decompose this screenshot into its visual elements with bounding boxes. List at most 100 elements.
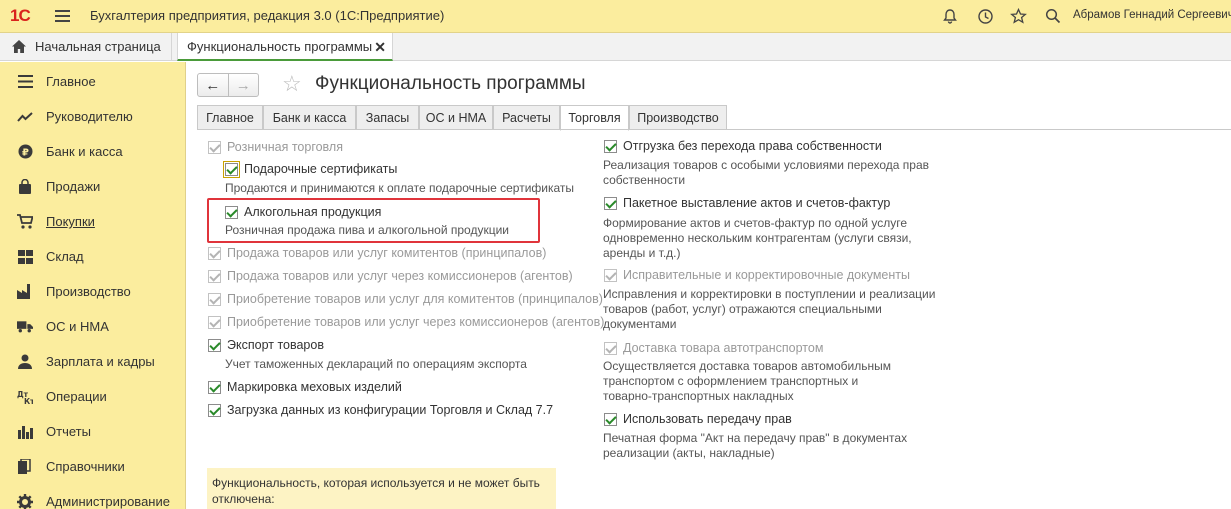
transfer-act-label: Использовать передачу прав	[623, 412, 792, 426]
tab-main[interactable]: Главное	[197, 105, 263, 130]
alcohol-option[interactable]: Алкогольная продукция	[225, 205, 381, 219]
corrections-label: Исправительные и корректировочные докуме…	[623, 268, 910, 282]
agent-sales-checkbox[interactable]	[208, 270, 221, 283]
commitent-sales-checkbox[interactable]	[208, 247, 221, 260]
tab-fixed-assets[interactable]: ОС и НМА	[419, 105, 493, 130]
sidebar-item-label: Главное	[46, 74, 96, 89]
agent-sales-option[interactable]: Продажа товаров или услуг через комиссио…	[208, 269, 573, 283]
transfer-act-checkbox[interactable]	[604, 413, 617, 426]
export-checkbox[interactable]	[208, 339, 221, 352]
retail-trade-label: Розничная торговля	[227, 140, 343, 154]
sidebar-item-administration[interactable]: Администрирование	[0, 484, 186, 509]
sidebar-item-references[interactable]: Справочники	[0, 449, 186, 484]
svg-text:₽: ₽	[22, 147, 29, 158]
commitent-purchase-label: Приобретение товаров или услуг для комит…	[227, 292, 603, 306]
corrections-description: Исправления и корректировки в поступлени…	[603, 287, 936, 331]
commitent-purchase-checkbox[interactable]	[208, 293, 221, 306]
transfer-act-description: Печатная форма "Акт на передачу прав" в …	[603, 431, 908, 460]
sidebar-item-main[interactable]: Главное	[0, 64, 186, 99]
sidebar-item-bank[interactable]: ₽ Банк и касса	[0, 134, 186, 169]
person-icon	[17, 354, 33, 370]
sidebar-item-label: Отчеты	[46, 424, 91, 439]
tab-inventory[interactable]: Запасы	[356, 105, 419, 130]
dt-kt-icon: Дт Кт	[17, 389, 33, 405]
sidebar-item-label: Зарплата и кадры	[46, 354, 155, 369]
tab-settlements[interactable]: Расчеты	[493, 105, 560, 130]
ruble-icon: ₽	[17, 144, 33, 160]
load-77-label: Загрузка данных из конфигурации Торговля…	[227, 403, 554, 417]
functionality-tab[interactable]: Функциональность программы ✕	[177, 33, 393, 61]
back-button[interactable]: ←	[198, 74, 229, 96]
commitent-sales-label: Продажа товаров или услуг комитентов (пр…	[227, 246, 547, 260]
gift-cards-description: Продаются и принимаются к оплате подароч…	[225, 181, 575, 195]
tab-production[interactable]: Производство	[629, 105, 727, 130]
load-77-option[interactable]: Загрузка данных из конфигурации Торговля…	[208, 403, 553, 417]
sidebar-item-production[interactable]: Производство	[0, 274, 186, 309]
add-to-favorites-icon[interactable]: ☆	[282, 71, 302, 97]
home-icon	[12, 40, 26, 53]
functionality-tab-label: Функциональность программы	[187, 38, 373, 54]
agent-purchase-checkbox[interactable]	[208, 316, 221, 329]
batch-acts-label: Пакетное выставление актов и счетов-факт…	[623, 196, 891, 210]
ownership-option[interactable]: Отгрузка без перехода права собственност…	[604, 139, 882, 153]
favorites-icon[interactable]	[1008, 6, 1028, 26]
sidebar-item-label: Руководителю	[46, 109, 133, 124]
sidebar-item-salary[interactable]: Зарплата и кадры	[0, 344, 186, 379]
sidebar-item-operations[interactable]: Дт Кт Операции	[0, 379, 186, 414]
sidebar-item-reports[interactable]: Отчеты	[0, 414, 186, 449]
fur-marking-label: Маркировка меховых изделий	[227, 380, 402, 394]
title-bar: 1С Бухгалтерия предприятия, редакция 3.0…	[0, 0, 1231, 33]
tab-trade[interactable]: Торговля	[560, 105, 629, 131]
corrections-checkbox[interactable]	[604, 269, 617, 282]
history-icon[interactable]	[975, 6, 995, 26]
books-icon	[17, 459, 33, 475]
main-menu-icon[interactable]	[55, 10, 70, 23]
transfer-act-option[interactable]: Использовать передачу прав	[604, 412, 792, 426]
app-title: Бухгалтерия предприятия, редакция 3.0 (1…	[90, 8, 445, 23]
sidebar-item-purchases[interactable]: Покупки	[0, 204, 186, 239]
commitent-sales-option[interactable]: Продажа товаров или услуг комитентов (пр…	[208, 246, 546, 260]
gift-cards-option[interactable]: Подарочные сертификаты	[223, 161, 397, 178]
alcohol-description: Розничная продажа пива и алкогольной про…	[225, 223, 509, 237]
export-label: Экспорт товаров	[227, 338, 324, 352]
agent-purchase-option[interactable]: Приобретение товаров или услуг через ком…	[208, 315, 604, 329]
gift-cards-checkbox[interactable]	[223, 161, 240, 178]
retail-trade-checkbox[interactable]	[208, 141, 221, 154]
sidebar-item-label: ОС и НМА	[46, 319, 109, 334]
sidebar-item-fixed-assets[interactable]: ОС и НМА	[0, 309, 186, 344]
bell-icon[interactable]	[940, 6, 960, 26]
delivery-option[interactable]: Доставка товара автотранспортом	[604, 341, 823, 355]
tab-bank-cash[interactable]: Банк и касса	[263, 105, 356, 130]
home-page-tab[interactable]: Начальная страница	[0, 33, 172, 60]
factory-icon	[17, 284, 33, 300]
close-tab-icon[interactable]: ✕	[374, 39, 386, 56]
sidebar-item-label: Администрирование	[46, 494, 170, 509]
export-option[interactable]: Экспорт товаров	[208, 338, 324, 352]
sidebar-item-manager[interactable]: Руководителю	[0, 99, 186, 134]
forward-button[interactable]: →	[229, 74, 259, 96]
sidebar-item-sales[interactable]: Продажи	[0, 169, 186, 204]
fur-marking-checkbox[interactable]	[208, 381, 221, 394]
corrections-option[interactable]: Исправительные и корректировочные докуме…	[604, 268, 910, 282]
delivery-checkbox[interactable]	[604, 342, 617, 355]
agent-sales-label: Продажа товаров или услуг через комиссио…	[227, 269, 573, 283]
search-icon[interactable]	[1043, 6, 1063, 26]
retail-trade-option[interactable]: Розничная торговля	[208, 140, 343, 154]
user-name[interactable]: Абрамов Геннадий Сергеевич	[1073, 9, 1231, 21]
fur-marking-option[interactable]: Маркировка меховых изделий	[208, 380, 402, 394]
batch-acts-checkbox[interactable]	[604, 197, 617, 210]
app-logo: 1С	[10, 6, 31, 25]
always-on-note: Функциональность, которая используется и…	[207, 468, 556, 509]
alcohol-checkbox[interactable]	[225, 206, 238, 219]
commitent-purchase-option[interactable]: Приобретение товаров или услуг для комит…	[208, 292, 603, 306]
ownership-checkbox[interactable]	[604, 140, 617, 153]
load-77-checkbox[interactable]	[208, 404, 221, 417]
cart-icon	[17, 214, 33, 230]
sections-panel: Главное Руководителю ₽ Банк и касса Прод…	[0, 62, 186, 509]
sidebar-item-warehouse[interactable]: Склад	[0, 239, 186, 274]
batch-acts-option[interactable]: Пакетное выставление актов и счетов-факт…	[604, 196, 890, 210]
delivery-label: Доставка товара автотранспортом	[623, 341, 824, 355]
sidebar-item-label: Банк и касса	[46, 144, 123, 159]
ownership-description: Реализация товаров с особыми условиями п…	[603, 158, 930, 187]
navigation-buttons: ← →	[197, 73, 259, 97]
